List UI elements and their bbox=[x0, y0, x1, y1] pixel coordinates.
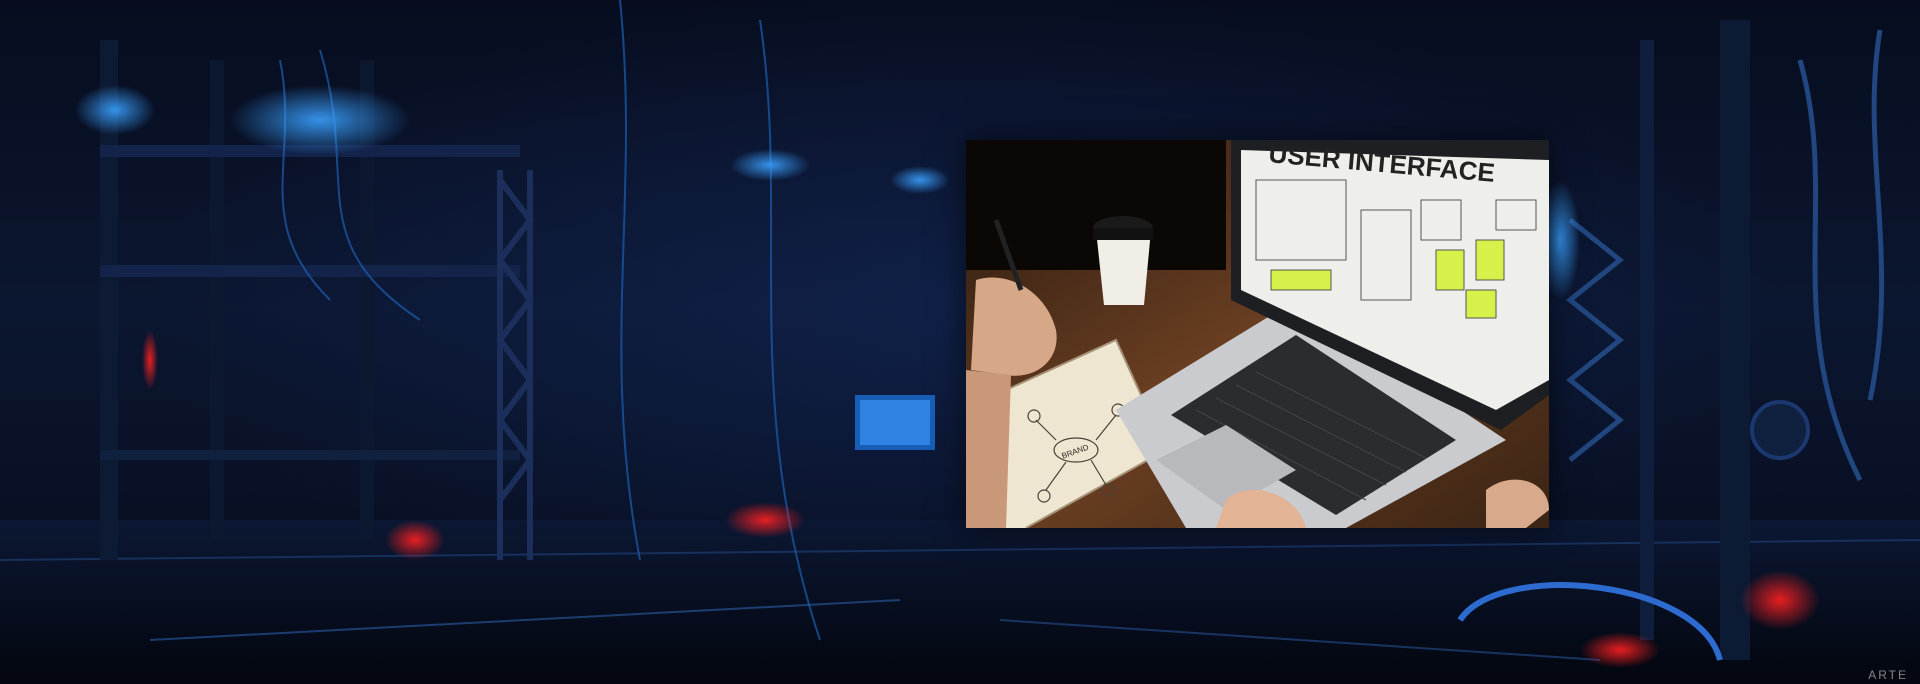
user-interface-photo: BRAND USER INTERFACE bbox=[966, 140, 1549, 528]
watermark: ARTE bbox=[1868, 668, 1908, 682]
server-room-illustration bbox=[0, 0, 1920, 684]
background-scene: BRAND USER INTERFACE ARTE bbox=[0, 0, 1920, 684]
